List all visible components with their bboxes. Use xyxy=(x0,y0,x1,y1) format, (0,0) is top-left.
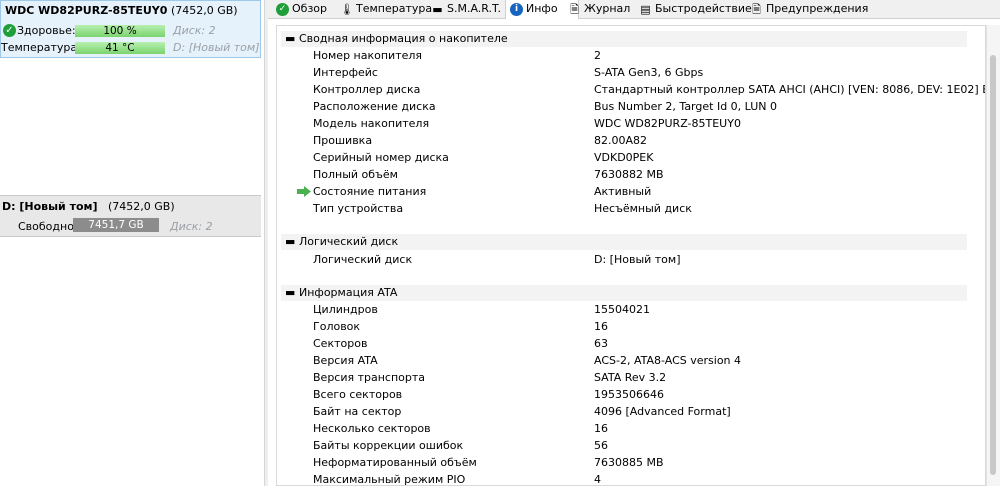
health-row: ✓ Здоровье: 100 % Диск: 2 xyxy=(1,23,262,39)
section-header[interactable]: ▬ Информация ATA xyxy=(281,285,967,301)
disk-card[interactable]: WDC WD82PURZ-85TEUY0 (7452,0 GB) ✓ Здоро… xyxy=(0,0,261,58)
property-label: Контроллер диска xyxy=(313,83,421,96)
disk-title: WDC WD82PURZ-85TEUY0 (7452,0 GB) xyxy=(5,4,238,17)
property-value: 1953506646 xyxy=(594,388,664,401)
tab-bar: ✓ Обзор 🌡 Температура ▬ S.M.A.R.T. i Инф… xyxy=(268,0,1000,19)
property-value: SATA Rev 3.2 xyxy=(594,371,667,384)
temperature-row: Температура: 41 °C D: [Новый том] xyxy=(1,40,262,56)
property-value: 2 xyxy=(594,49,601,62)
temperature-label: Температура: xyxy=(1,41,81,54)
volume-disk: Диск: 2 xyxy=(170,220,213,233)
property-label: Всего секторов xyxy=(313,388,403,401)
collapse-icon[interactable]: ▬ xyxy=(285,234,295,250)
volume-free-label: Свободно xyxy=(18,220,74,233)
property-value: 56 xyxy=(594,439,608,452)
tab-warnings[interactable]: 🗎 Предупреждения xyxy=(746,0,868,18)
property-label: Версия ATA xyxy=(313,354,378,367)
property-value: 16 xyxy=(594,422,608,435)
check-circle-icon: ✓ xyxy=(276,3,289,16)
tab-smart[interactable]: ▬ S.M.A.R.T. xyxy=(427,0,501,18)
property-value: 16 xyxy=(594,320,608,333)
tab-label: S.M.A.R.T. xyxy=(447,2,501,15)
property-label: Номер накопителя xyxy=(313,49,423,62)
document-icon: 🗎 xyxy=(752,3,761,16)
property-value: WDC WD82PURZ-85TEUY0 xyxy=(594,117,741,130)
tab-log[interactable]: 🗎 Журнал xyxy=(564,0,630,18)
property-label: Интерфейс xyxy=(313,66,378,79)
info-panel[interactable]: ▬ Сводная информация о накопителе Номер … xyxy=(276,25,986,486)
document-icon: 🗎 xyxy=(570,3,579,16)
property-label: Неформатированный объём xyxy=(313,456,477,469)
property-label: Максимальный режим PIO xyxy=(313,473,466,486)
property-value: S-ATA Gen3, 6 Gbps xyxy=(594,66,704,79)
section-header[interactable]: ▬ Сводная информация о накопителе xyxy=(281,31,967,47)
property-label: Цилиндров xyxy=(313,303,378,316)
property-value: Активный xyxy=(594,185,652,198)
thermometer-icon: 🌡 xyxy=(340,3,354,16)
property-label: Несколько секторов xyxy=(313,422,431,435)
collapse-icon[interactable]: ▬ xyxy=(285,31,295,47)
property-label: Прошивка xyxy=(313,134,373,147)
property-value: 4096 [Advanced Format] xyxy=(594,405,731,418)
section-title: Сводная информация о накопителе xyxy=(299,32,508,45)
chart-icon: ▤ xyxy=(640,3,651,16)
tab-label: Инфо xyxy=(526,2,558,15)
property-label: Расположение диска xyxy=(313,100,436,113)
property-value: Стандартный контроллер SATA AHCI (AHCI) … xyxy=(594,83,985,96)
tab-label: Быстродействие xyxy=(655,2,752,15)
scrollbar-thumb[interactable] xyxy=(990,55,996,475)
property-label: Логический диск xyxy=(313,253,413,266)
property-value: Bus Number 2, Target Id 0, LUN 0 xyxy=(594,100,778,113)
health-disk: Диск: 2 xyxy=(173,24,216,37)
property-value: 7630885 MB xyxy=(594,456,664,469)
property-label: Полный объём xyxy=(313,168,398,181)
property-label: Байты коррекции ошибок xyxy=(313,439,464,452)
check-circle-icon: ✓ xyxy=(3,24,16,37)
temperature-bar: 41 °C xyxy=(75,42,165,54)
property-label: Байт на сектор xyxy=(313,405,402,418)
tab-label: Журнал xyxy=(584,2,631,15)
property-value: 7630882 MB xyxy=(594,168,664,181)
temperature-volume: D: [Новый том] xyxy=(173,41,260,54)
tab-label: Температура xyxy=(356,2,433,15)
health-label: Здоровье: xyxy=(17,24,76,37)
property-label: Тип устройства xyxy=(313,202,404,215)
property-value: 82.00A82 xyxy=(594,134,648,147)
volume-size: (7452,0 GB) xyxy=(108,200,175,213)
disk-name: WDC WD82PURZ-85TEUY0 xyxy=(5,4,168,17)
property-value: D: [Новый том] xyxy=(594,253,681,266)
property-label: Версия транспорта xyxy=(313,371,426,384)
panel-splitter[interactable] xyxy=(264,0,268,486)
property-label: Состояние питания xyxy=(313,185,427,198)
health-bar: 100 % xyxy=(75,25,165,37)
green-arrow-icon xyxy=(297,186,311,197)
property-label: Секторов xyxy=(313,337,368,350)
volume-title: D: [Новый том] xyxy=(2,200,98,213)
volume-free-bar: 7451,7 GB xyxy=(73,218,159,232)
tab-label: Обзор xyxy=(292,2,328,15)
dash-icon: ▬ xyxy=(432,3,443,16)
property-value: VDKD0PEK xyxy=(594,151,654,164)
vertical-scrollbar[interactable] xyxy=(986,25,1000,486)
property-value: Несъёмный диск xyxy=(594,202,692,215)
property-value: 63 xyxy=(594,337,608,350)
tab-overview[interactable]: ✓ Обзор xyxy=(272,0,327,18)
info-icon: i xyxy=(510,3,523,16)
section-title: Логический диск xyxy=(299,235,399,248)
disk-list-panel: WDC WD82PURZ-85TEUY0 (7452,0 GB) ✓ Здоро… xyxy=(0,0,264,486)
section-title: Информация ATA xyxy=(299,286,398,299)
property-label: Серийный номер диска xyxy=(313,151,449,164)
tab-performance[interactable]: ▤ Быстродействие xyxy=(635,0,752,18)
property-value: ACS-2, ATA8-ACS version 4 xyxy=(594,354,742,367)
tab-label: Предупреждения xyxy=(766,2,869,15)
tab-temperature[interactable]: 🌡 Температура xyxy=(336,0,432,18)
property-label: Модель накопителя xyxy=(313,117,430,130)
property-value: 15504021 xyxy=(594,303,650,316)
section-header[interactable]: ▬ Логический диск xyxy=(281,234,967,250)
collapse-icon[interactable]: ▬ xyxy=(285,285,295,301)
volume-card[interactable]: D: [Новый том] (7452,0 GB) Свободно 7451… xyxy=(0,195,261,237)
property-label: Головок xyxy=(313,320,361,333)
property-value: 4 xyxy=(594,473,601,486)
disk-size: (7452,0 GB) xyxy=(170,4,238,17)
